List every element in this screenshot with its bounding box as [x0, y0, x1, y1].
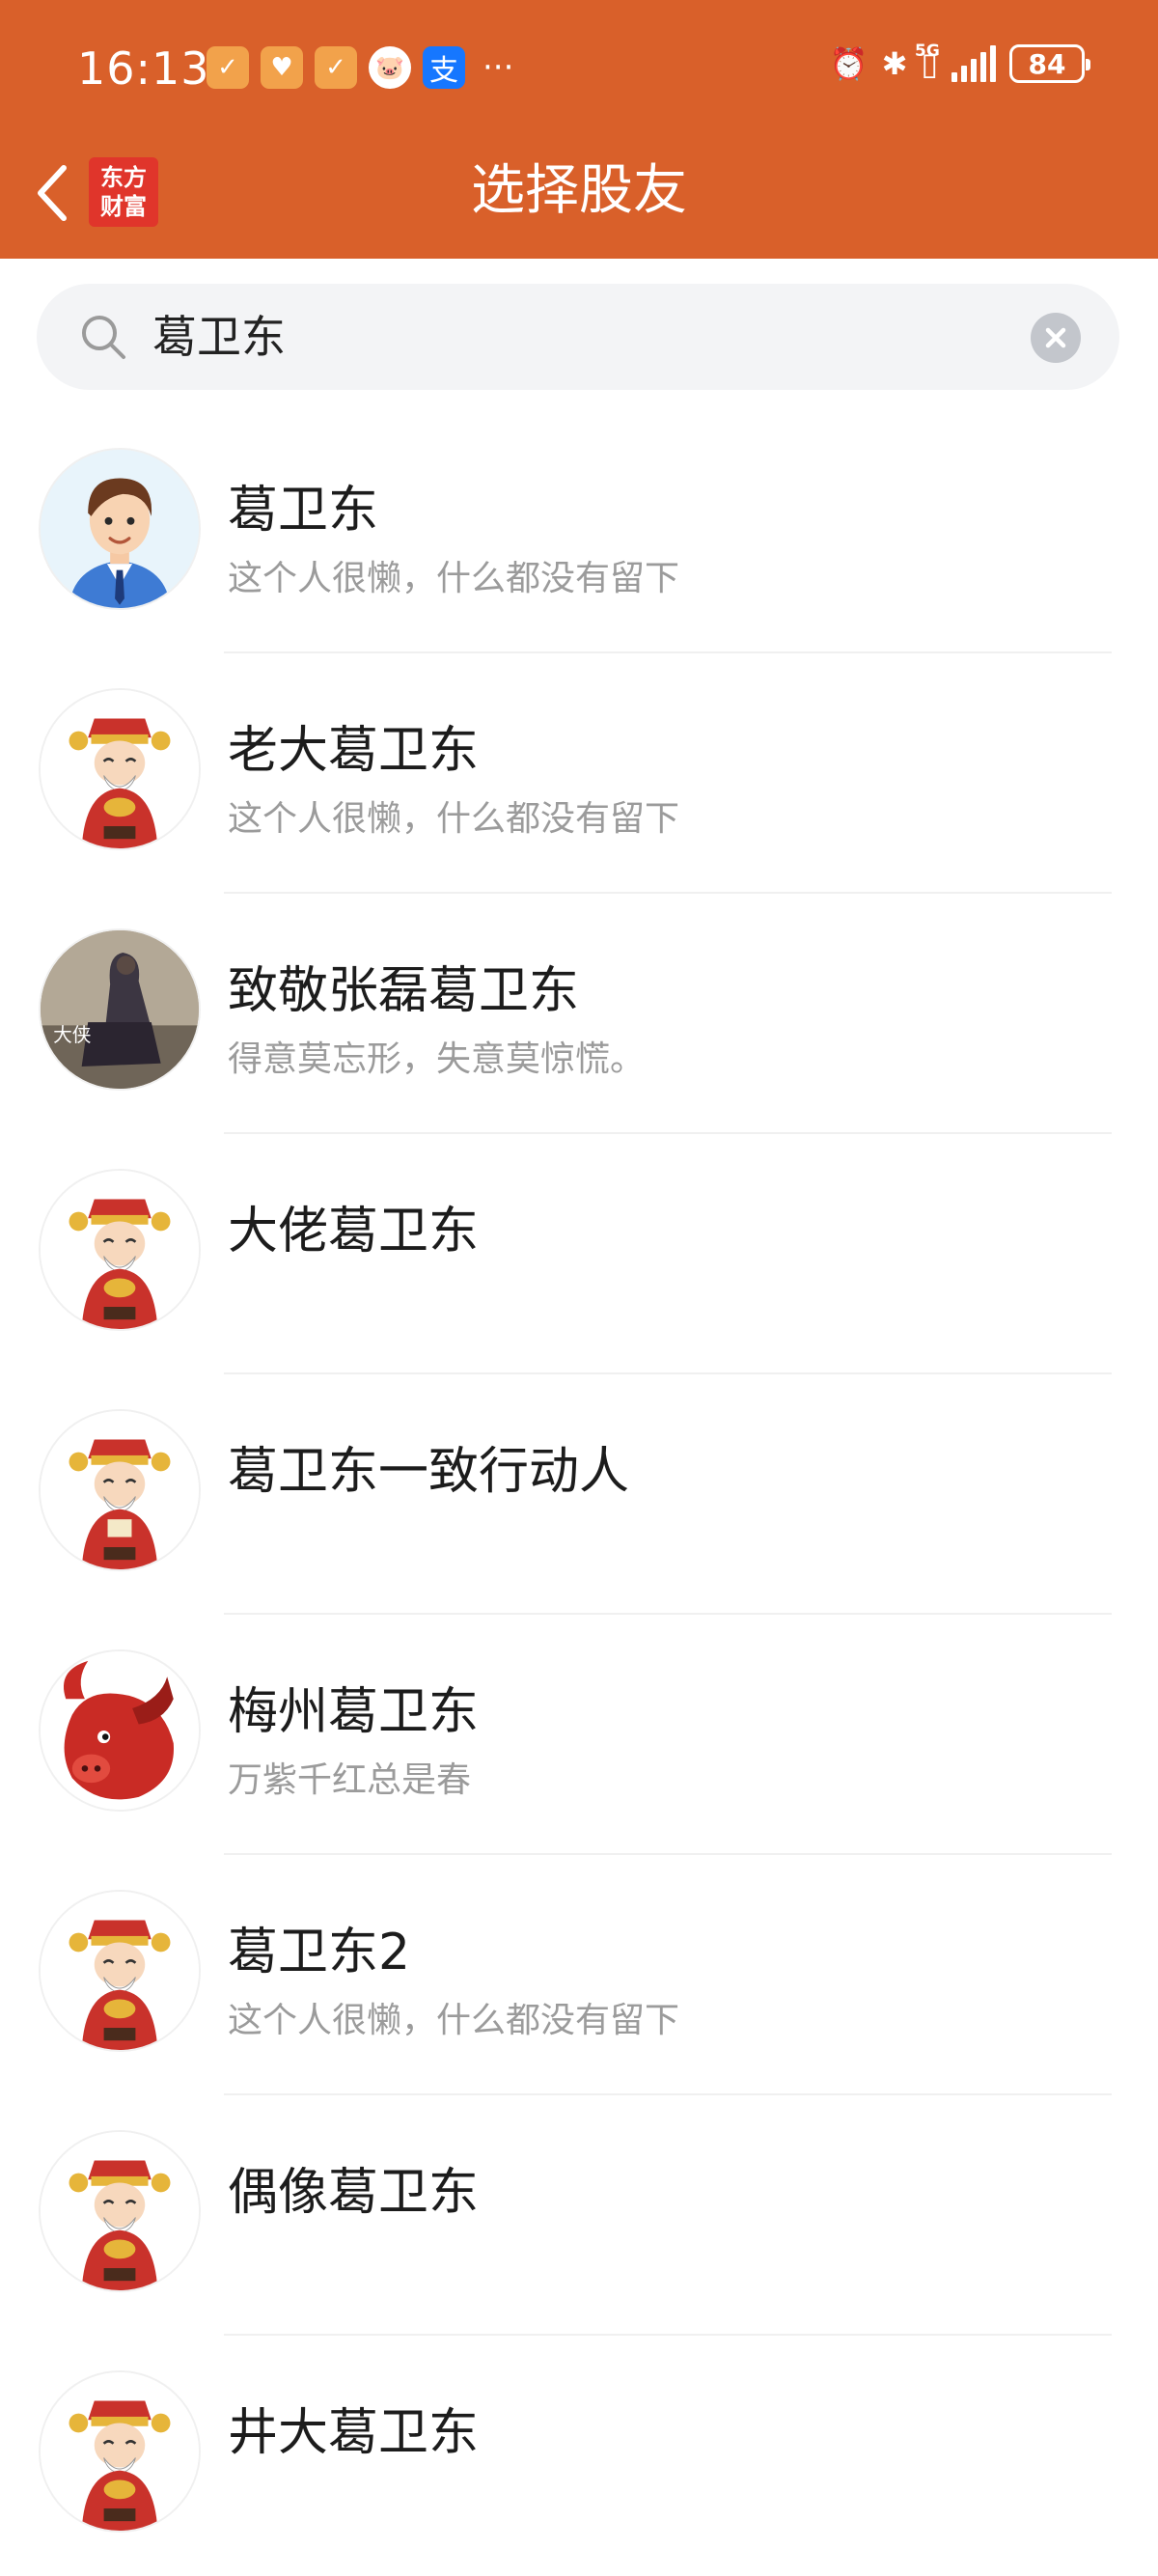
search-input[interactable] [152, 284, 1021, 390]
status-indicators: ⏰ ✱ ▯ 5G 84 [829, 42, 1090, 83]
notification-icons: ✓ ♥ ✓ 🐷 支 ··· [207, 46, 513, 89]
list-item[interactable]: 大侠 致敬张磊葛卫东 得意莫忘形，失意莫惊慌。 [0, 894, 1158, 1134]
pig-app-icon: 🐷 [369, 46, 411, 89]
list-item[interactable]: 葛卫东2 这个人很懒，什么都没有留下 [0, 1855, 1158, 2095]
swordsman-photo-avatar: 大侠 [41, 930, 199, 1089]
avatar [39, 1649, 201, 1812]
list-item[interactable]: 老大葛卫东 这个人很懒，什么都没有留下 [0, 653, 1158, 894]
avatar [39, 1169, 201, 1331]
avatar [39, 2130, 201, 2292]
app-notification-icon: ✓ [315, 46, 357, 89]
user-name: 葛卫东 [228, 482, 379, 540]
nav-bar: 选择股友 东方 财富 [0, 145, 1158, 259]
avatar [39, 1409, 201, 1571]
god-of-wealth-avatar [41, 690, 199, 848]
red-bull-avatar [41, 1651, 199, 1810]
god-of-wealth-avatar [41, 1411, 199, 1569]
back-button[interactable] [23, 154, 81, 232]
cartoon-man-avatar [41, 450, 199, 608]
battery-icon: 84 [1009, 44, 1090, 83]
user-bio: 这个人很懒，什么都没有留下 [228, 559, 680, 598]
clear-search-button[interactable] [1031, 313, 1081, 363]
user-name: 梅州葛卫东 [228, 1683, 480, 1741]
god-of-wealth-avatar [41, 2132, 199, 2290]
list-item[interactable]: 偶像葛卫东 [0, 2095, 1158, 2336]
list-item[interactable]: 井大葛卫东 [0, 2336, 1158, 2576]
user-name: 大佬葛卫东 [228, 1203, 480, 1260]
battery-level: 84 [1028, 47, 1066, 80]
heart-app-icon: ♥ [261, 46, 303, 89]
more-notifications-icon: ··· [482, 48, 514, 87]
page-title: 选择股友 [471, 159, 687, 222]
list-item[interactable]: 梅州葛卫东 万紫千红总是春 [0, 1615, 1158, 1855]
bluetooth-icon: ✱ [881, 45, 908, 82]
user-name: 偶像葛卫东 [228, 2164, 480, 2222]
avatar-caption: 大侠 [53, 1024, 92, 1046]
avatar [39, 1890, 201, 2052]
header: 16:13 ✓ ♥ ✓ 🐷 支 ··· ⏰ ✱ ▯ 5G 84 选择股友 东方 … [0, 0, 1158, 259]
avatar [39, 448, 201, 610]
avatar [39, 2370, 201, 2533]
chevron-left-icon [38, 165, 67, 221]
user-result-list: 葛卫东 这个人很懒，什么都没有留下 老大葛卫东 这个人很懒，什么都没有留下 大侠… [0, 413, 1158, 2576]
user-bio: 这个人很懒，什么都没有留下 [228, 2001, 680, 2040]
user-bio: 万紫千红总是春 [228, 1760, 472, 1800]
user-name: 葛卫东2 [228, 1924, 411, 1981]
search-bar [37, 284, 1119, 390]
user-name: 葛卫东一致行动人 [228, 1443, 630, 1501]
god-of-wealth-avatar [41, 2372, 199, 2531]
list-item[interactable]: 葛卫东一致行动人 [0, 1374, 1158, 1615]
cellular-signal-icon: 5G [915, 42, 996, 82]
user-name: 致敬张磊葛卫东 [228, 962, 580, 1020]
search-icon [82, 316, 125, 359]
avatar: 大侠 [39, 928, 201, 1091]
user-name: 老大葛卫东 [228, 722, 480, 780]
god-of-wealth-avatar [41, 1892, 199, 2050]
user-bio: 得意莫忘形，失意莫惊慌。 [228, 1039, 646, 1079]
status-time: 16:13 [77, 42, 210, 95]
app-notification-icon: ✓ [207, 46, 249, 89]
alipay-icon: 支 [423, 46, 465, 89]
god-of-wealth-avatar [41, 1171, 199, 1329]
list-item[interactable]: 大佬葛卫东 [0, 1134, 1158, 1374]
list-item[interactable]: 葛卫东 这个人很懒，什么都没有留下 [0, 413, 1158, 653]
status-bar: 16:13 ✓ ♥ ✓ 🐷 支 ··· ⏰ ✱ ▯ 5G 84 [0, 0, 1158, 145]
user-bio: 这个人很懒，什么都没有留下 [228, 799, 680, 839]
app-logo: 东方 财富 [89, 157, 158, 227]
alarm-icon: ⏰ [829, 45, 868, 82]
avatar [39, 688, 201, 850]
network-type: 5G [915, 42, 940, 61]
close-icon [1045, 327, 1066, 348]
user-name: 井大葛卫东 [228, 2404, 480, 2462]
